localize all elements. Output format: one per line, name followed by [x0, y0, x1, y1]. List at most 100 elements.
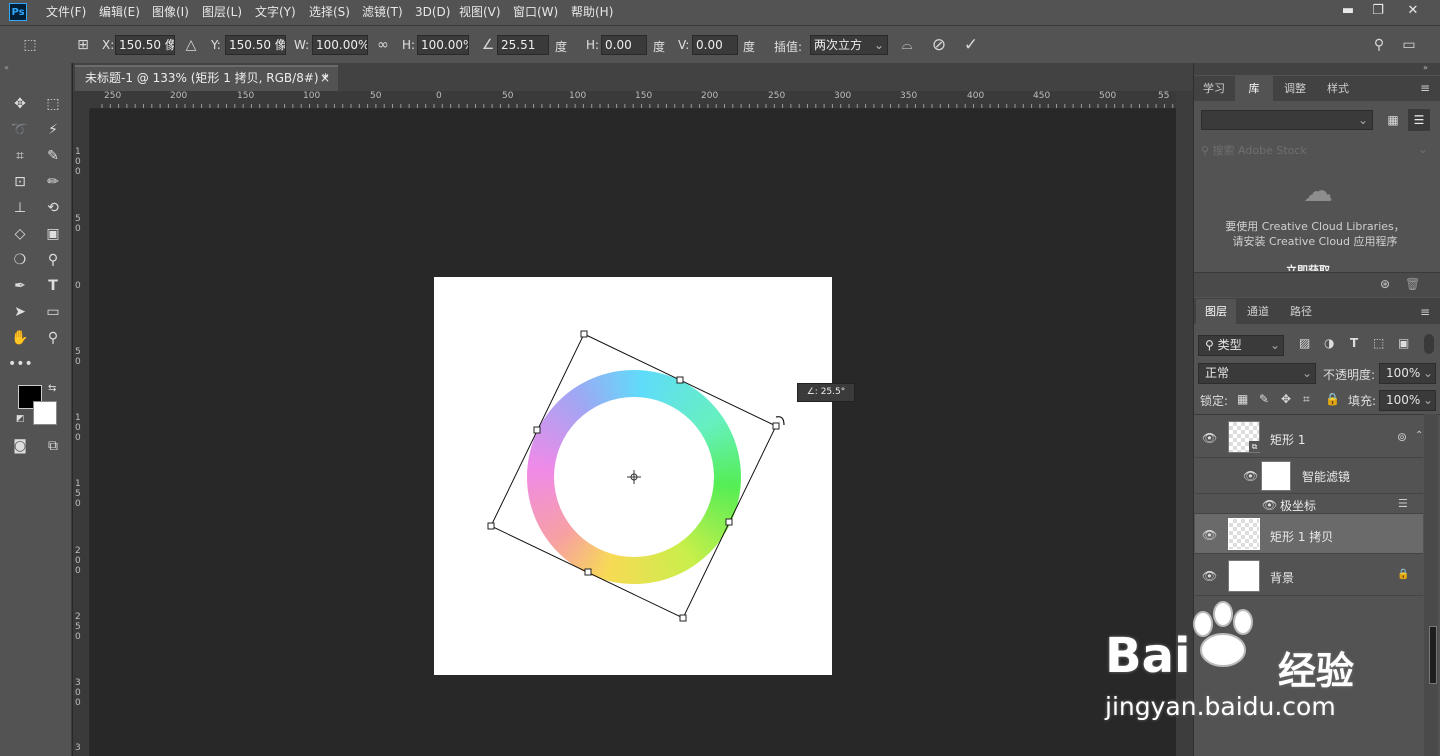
x-position-field[interactable]: 150.50 像素 [115, 35, 175, 55]
eraser-tool-icon[interactable]: ◇ [8, 223, 32, 245]
eyedropper-tool-icon[interactable]: ✎ [41, 145, 65, 167]
layer-filter-select[interactable]: ⚲ 类型 ⌄ [1198, 335, 1284, 356]
lock-image-icon[interactable]: ✎ [1259, 392, 1269, 406]
y-position-field[interactable]: 150.50 像素 [225, 35, 286, 55]
blend-mode-select[interactable]: 正常 ⌄ [1198, 363, 1316, 384]
panel-expand-icon[interactable]: » [1423, 63, 1428, 72]
transform-handle[interactable] [679, 614, 687, 622]
close-tab-icon[interactable]: × [320, 67, 330, 90]
filter-adjustment-icon[interactable]: ◑ [1324, 336, 1334, 350]
lock-transparent-icon[interactable]: ▦ [1237, 392, 1248, 406]
transform-handle[interactable] [487, 522, 495, 530]
restore-button[interactable]: ❐ [1363, 0, 1393, 25]
menu-3d[interactable]: 3D(D) [415, 0, 450, 25]
history-brush-tool-icon[interactable]: ⟲ [41, 197, 65, 219]
move-transform-preset-icon[interactable]: ⬚ [18, 34, 42, 56]
menu-help[interactable]: 帮助(H) [571, 0, 613, 25]
zoom-tool-icon[interactable]: ⚲ [41, 327, 65, 349]
menu-file[interactable]: 文件(F) [46, 0, 86, 25]
gradient-tool-icon[interactable]: ▣ [41, 223, 65, 245]
default-colors-icon[interactable]: ◩ [16, 414, 25, 424]
healing-brush-tool-icon[interactable]: ⊡ [8, 171, 32, 193]
chevron-down-icon[interactable]: ⌄ [1418, 142, 1428, 156]
commit-transform-icon[interactable]: ✓ [960, 34, 982, 56]
height-field[interactable]: 100.00% [417, 35, 469, 55]
menu-layer[interactable]: 图层(L) [202, 0, 242, 25]
transform-handle[interactable] [584, 568, 592, 576]
menu-edit[interactable]: 编辑(E) [99, 0, 140, 25]
layer-name[interactable]: 背景 [1270, 569, 1294, 586]
library-panel-menu-icon[interactable]: ≡ [1420, 81, 1430, 95]
filter-toggle[interactable] [1424, 334, 1434, 354]
lock-artboard-icon[interactable]: ⌗ [1303, 392, 1310, 407]
swap-colors-icon[interactable]: ⇆ [48, 383, 56, 394]
lasso-tool-icon[interactable]: ➰ [8, 119, 32, 141]
rectangle-tool-icon[interactable]: ▭ [41, 301, 65, 323]
collapse-effects-icon[interactable]: ⌃ [1415, 430, 1423, 441]
tab-adjustments[interactable]: 调整 [1274, 76, 1316, 101]
relative-position-icon[interactable]: △ [183, 34, 199, 56]
warp-mode-icon[interactable]: ⌓ [896, 34, 918, 56]
horizontal-skew-field[interactable]: 0.00 [601, 35, 647, 55]
reference-point-icon[interactable] [627, 470, 641, 484]
quick-mask-icon[interactable]: ◙ [8, 435, 32, 457]
screen-mode-icon[interactable]: ⧉ [41, 435, 65, 457]
lock-position-icon[interactable]: ✥ [1281, 392, 1291, 406]
reference-point-icon[interactable]: ⊞ [72, 34, 94, 56]
type-tool-icon[interactable]: T [41, 275, 65, 297]
marquee-tool-icon[interactable]: ⬚ [41, 93, 65, 115]
menu-image[interactable]: 图像(I) [152, 0, 189, 25]
path-selection-tool-icon[interactable]: ➤ [8, 301, 32, 323]
menu-select[interactable]: 选择(S) [309, 0, 350, 25]
visibility-eye-icon[interactable]: 👁 [1202, 529, 1218, 541]
blur-tool-icon[interactable]: ❍ [8, 249, 32, 271]
lock-all-icon[interactable]: 🔒 [1325, 392, 1340, 406]
transform-handle[interactable] [676, 376, 684, 384]
document-tab[interactable]: 未标题-1 @ 133% (矩形 1 拷贝, RGB/8#) * × [75, 65, 338, 91]
layer-name[interactable]: 极坐标 [1280, 497, 1316, 514]
tab-learn[interactable]: 学习 [1194, 76, 1234, 101]
transform-handle[interactable] [580, 330, 588, 338]
pen-tool-icon[interactable]: ✒ [8, 275, 32, 297]
layer-name[interactable]: 矩形 1 拷贝 [1270, 528, 1333, 545]
move-tool-icon[interactable]: ✥ [8, 93, 32, 115]
filter-blending-options-icon[interactable]: ☰ [1398, 497, 1408, 510]
visibility-eye-icon[interactable]: 👁 [1262, 499, 1278, 511]
clone-stamp-tool-icon[interactable]: ⊥ [8, 197, 32, 219]
filter-shape-icon[interactable]: ⬚ [1373, 336, 1384, 350]
menu-view[interactable]: 视图(V) [459, 0, 501, 25]
vertical-skew-field[interactable]: 0.00 [692, 35, 738, 55]
filter-type-icon[interactable]: T [1350, 336, 1358, 350]
workspace-icon[interactable]: ▭ [1398, 34, 1420, 56]
opacity-field[interactable]: 100% ⌄ [1379, 363, 1436, 384]
library-select[interactable]: ⌄ [1201, 110, 1373, 130]
tab-libraries[interactable]: 库 [1235, 76, 1273, 101]
crop-tool-icon[interactable]: ⌗ [8, 145, 32, 167]
link-icon[interactable]: ∞ [374, 34, 392, 56]
interpolation-select[interactable]: 两次立方 ⌄ [810, 35, 888, 55]
angle-field[interactable]: 25.51 [497, 35, 549, 55]
brush-tool-icon[interactable]: ✏ [41, 171, 65, 193]
search-icon[interactable]: ⚲ [1368, 34, 1390, 56]
list-view-icon[interactable]: ☰ [1408, 109, 1430, 131]
menu-filter[interactable]: 滤镜(T) [362, 0, 403, 25]
panel-collapse-icon[interactable]: « [4, 64, 68, 72]
tab-paths[interactable]: 路径 [1280, 299, 1322, 324]
trash-icon[interactable]: 🗑 [1405, 277, 1420, 291]
close-window-button[interactable]: ✕ [1398, 0, 1428, 25]
transform-handle[interactable] [725, 518, 733, 526]
background-color-swatch[interactable] [33, 401, 57, 425]
stock-search-input[interactable]: ⚲ 搜索 Adobe Stock [1201, 142, 1307, 158]
filter-smart-object-icon[interactable]: ▣ [1398, 336, 1409, 350]
tab-layers[interactable]: 图层 [1196, 299, 1236, 324]
visibility-eye-icon[interactable]: 👁 [1202, 570, 1218, 582]
hand-tool-icon[interactable]: ✋ [8, 327, 32, 349]
grid-view-icon[interactable]: ▦ [1383, 110, 1403, 130]
cancel-transform-icon[interactable]: ⊘ [928, 34, 950, 56]
width-field[interactable]: 100.00% [312, 35, 368, 55]
menu-type[interactable]: 文字(Y) [255, 0, 296, 25]
visibility-eye-icon[interactable]: 👁 [1202, 432, 1218, 444]
transform-bounding-box[interactable] [480, 325, 790, 630]
layer-name[interactable]: 矩形 1 [1270, 431, 1305, 448]
filter-pixel-icon[interactable]: ▨ [1299, 336, 1310, 350]
